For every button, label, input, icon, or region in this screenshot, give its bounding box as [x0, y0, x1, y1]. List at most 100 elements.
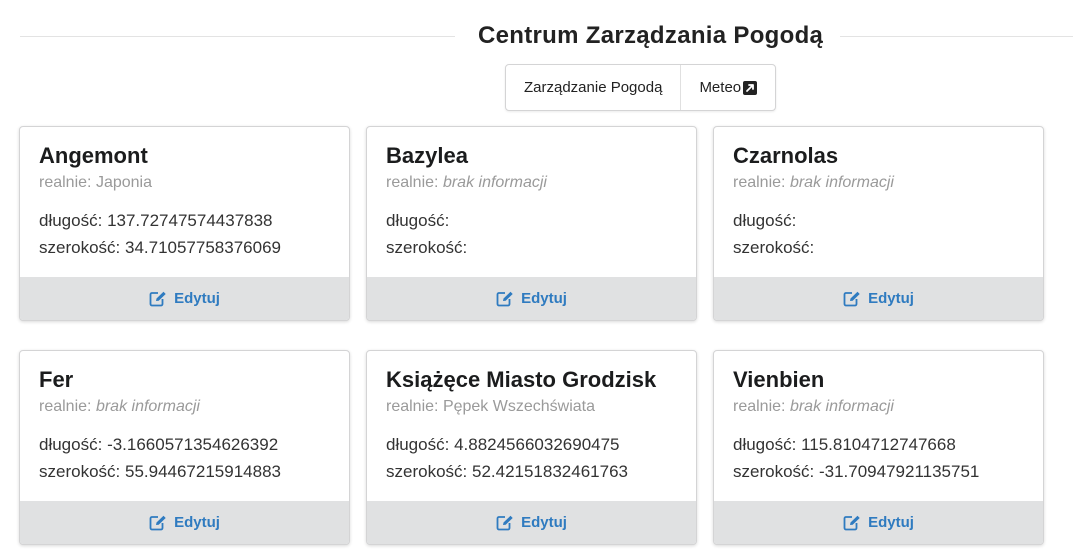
longitude-value: 4.8824566032690475	[454, 435, 620, 454]
latitude-row: szerokość: 52.42151832461763	[386, 458, 677, 485]
real-location: realnie: Japonia	[39, 173, 330, 193]
real-location-value: brak informacji	[789, 174, 894, 191]
real-location-label: realnie:	[733, 174, 786, 191]
coordinates: długość: 4.8824566032690475 szerokość: 5…	[386, 431, 677, 485]
edit-link: Edytuj	[496, 290, 567, 307]
coordinates: długość: szerokość:	[733, 207, 1024, 261]
longitude-value: 137.72747574437838	[107, 211, 273, 230]
longitude-label: długość:	[39, 435, 103, 454]
edit-icon	[496, 291, 514, 307]
latitude-label: szerokość:	[39, 462, 121, 481]
header-divider-left	[20, 36, 455, 37]
edit-button[interactable]: Edytuj	[714, 277, 1043, 320]
city-name: Fer	[39, 367, 74, 392]
menu-item-label: Zarządzanie Pogodą	[524, 79, 663, 96]
coordinates: długość: szerokość:	[386, 207, 677, 261]
city-card: Vienbien realnie: brak informacji długoś…	[713, 350, 1044, 545]
latitude-row: szerokość: 55.94467215914883	[39, 458, 330, 485]
latitude-row: szerokość: 34.71057758376069	[39, 234, 330, 261]
longitude-row: długość: -3.1660571354626392	[39, 431, 330, 458]
real-location-value: Japonia	[95, 174, 152, 191]
longitude-row: długość: 115.8104712747668	[733, 431, 1024, 458]
latitude-value: 55.94467215914883	[124, 462, 281, 481]
edit-link: Edytuj	[843, 290, 914, 307]
latitude-row: szerokość:	[386, 234, 677, 261]
edit-link: Edytuj	[496, 514, 567, 531]
edit-button[interactable]: Edytuj	[714, 501, 1043, 544]
longitude-value: 115.8104712747668	[801, 435, 956, 454]
card-content: Vienbien realnie: brak informacji długoś…	[714, 351, 1043, 501]
real-location: realnie: brak informacji	[386, 173, 677, 193]
header-divider-right	[840, 36, 1073, 37]
city-card-grid: Angemont realnie: Japonia długość: 137.7…	[19, 126, 1044, 545]
card-content: Bazylea realnie: brak informacji długość…	[367, 127, 696, 277]
page-header: Centrum Zarządzania Pogodą	[20, 22, 1073, 52]
longitude-label: długość:	[386, 211, 450, 230]
longitude-row: długość: 4.8824566032690475	[386, 431, 677, 458]
edit-button[interactable]: Edytuj	[20, 501, 349, 544]
edit-link: Edytuj	[149, 514, 220, 531]
edit-button[interactable]: Edytuj	[20, 277, 349, 320]
main-menu: Zarządzanie Pogodą Meteo	[505, 64, 777, 111]
coordinates: długość: 115.8104712747668 szerokość: -3…	[733, 431, 1024, 485]
real-location-label: realnie:	[733, 398, 786, 415]
city-card: Czarnolas realnie: brak informacji długo…	[713, 126, 1044, 321]
edit-link: Edytuj	[843, 514, 914, 531]
latitude-row: szerokość: -31.70947921135751	[733, 458, 1024, 485]
edit-icon	[843, 291, 861, 307]
real-location: realnie: brak informacji	[733, 173, 1024, 193]
latitude-label: szerokość:	[733, 238, 815, 257]
edit-link: Edytuj	[149, 290, 220, 307]
longitude-label: długość:	[733, 435, 797, 454]
real-location-label: realnie:	[386, 174, 439, 191]
external-link-icon	[743, 80, 758, 95]
latitude-value: -31.70947921135751	[818, 462, 980, 481]
page-title: Centrum Zarządzania Pogodą	[478, 22, 824, 49]
longitude-label: długość:	[39, 211, 103, 230]
longitude-label: długość:	[386, 435, 450, 454]
coordinates: długość: 137.72747574437838 szerokość: 3…	[39, 207, 330, 261]
real-location: realnie: brak informacji	[39, 397, 330, 417]
real-location-label: realnie:	[386, 398, 439, 415]
edit-icon	[149, 291, 167, 307]
edit-icon	[496, 515, 514, 531]
edit-icon	[149, 515, 167, 531]
edit-label: Edytuj	[868, 514, 914, 531]
card-content: Angemont realnie: Japonia długość: 137.7…	[20, 127, 349, 277]
longitude-row: długość:	[733, 207, 1024, 234]
card-content: Czarnolas realnie: brak informacji długo…	[714, 127, 1043, 277]
real-location: realnie: brak informacji	[733, 397, 1024, 417]
latitude-value: 34.71057758376069	[124, 238, 281, 257]
edit-label: Edytuj	[174, 514, 220, 531]
city-card: Angemont realnie: Japonia długość: 137.7…	[19, 126, 350, 321]
city-name: Czarnolas	[733, 143, 839, 168]
card-content: Fer realnie: brak informacji długość: -3…	[20, 351, 349, 501]
edit-button[interactable]: Edytuj	[367, 277, 696, 320]
city-name: Książęce Miasto Grodzisk	[386, 367, 657, 392]
latitude-label: szerokość:	[39, 238, 121, 257]
real-location-value: brak informacji	[789, 398, 894, 415]
longitude-row: długość: 137.72747574437838	[39, 207, 330, 234]
latitude-value: 52.42151832461763	[471, 462, 628, 481]
latitude-label: szerokość:	[386, 238, 468, 257]
edit-button[interactable]: Edytuj	[367, 501, 696, 544]
edit-label: Edytuj	[521, 290, 567, 307]
real-location-value: Pępek Wszechświata	[442, 398, 595, 415]
latitude-label: szerokość:	[386, 462, 468, 481]
city-name: Vienbien	[733, 367, 825, 392]
coordinates: długość: -3.1660571354626392 szerokość: …	[39, 431, 330, 485]
real-location-value: brak informacji	[442, 174, 547, 191]
edit-label: Edytuj	[868, 290, 914, 307]
latitude-row: szerokość:	[733, 234, 1024, 261]
real-location-label: realnie:	[39, 398, 92, 415]
city-card: Bazylea realnie: brak informacji długość…	[366, 126, 697, 321]
real-location: realnie: Pępek Wszechświata	[386, 397, 677, 417]
menu-item-meteo[interactable]: Meteo	[680, 65, 775, 110]
city-name: Bazylea	[386, 143, 468, 168]
menu-item-weather-management[interactable]: Zarządzanie Pogodą	[506, 65, 680, 110]
city-name: Angemont	[39, 143, 148, 168]
longitude-label: długość:	[733, 211, 797, 230]
edit-label: Edytuj	[174, 290, 220, 307]
edit-label: Edytuj	[521, 514, 567, 531]
edit-icon	[843, 515, 861, 531]
